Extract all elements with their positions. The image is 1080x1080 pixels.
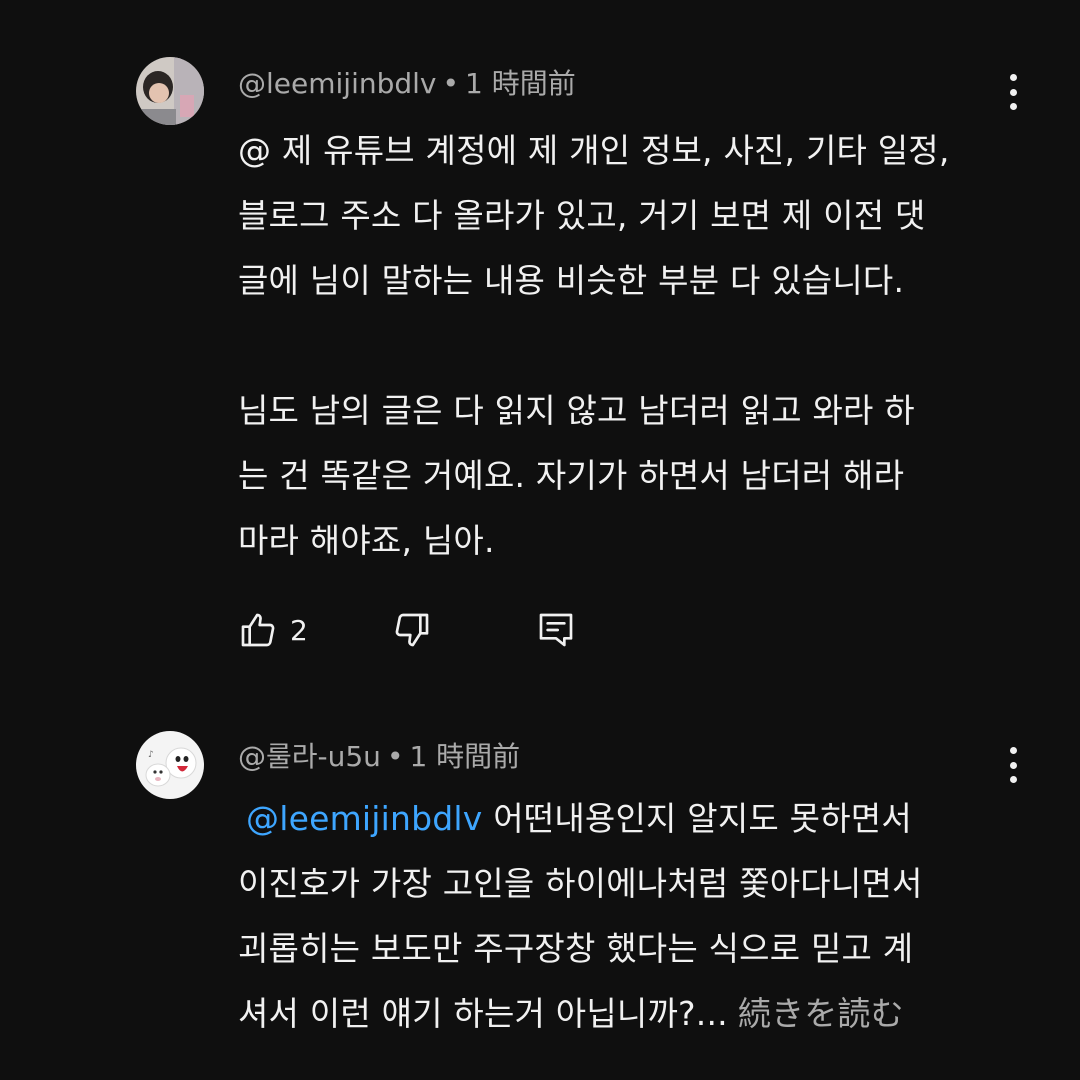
reply-button[interactable] (536, 610, 576, 650)
author-name[interactable]: @룰라-u5u (238, 740, 381, 773)
comment-line: 괴롭히는 보도만 주구장창 했다는 식으로 믿고 계 (238, 929, 914, 968)
more-vert-icon[interactable] (996, 745, 1030, 785)
reply-icon (539, 613, 573, 647)
separator-dot: • (386, 740, 404, 773)
comment-line: 님도 남의 글은 다 읽지 않고 남더러 읽고 와라 하 (238, 391, 915, 430)
comment-line: 셔서 이런 얘기 하는거 아닙니까?... 続きを読む (238, 981, 1028, 1046)
avatar[interactable]: ♪ (136, 731, 204, 799)
avatar[interactable] (136, 57, 204, 125)
comment-line: 는 건 똑같은 거예요. 자기가 하면서 남더러 해라 (238, 456, 905, 495)
timestamp[interactable]: 1 時間前 (409, 740, 520, 773)
svg-text:♪: ♪ (148, 750, 154, 760)
thumbs-up-icon (241, 613, 275, 647)
comment-line: 블로그 주소 다 올라가 있고, 거기 보면 제 이전 댓 (238, 196, 926, 235)
more-vert-icon[interactable] (996, 72, 1030, 112)
comment-text: @leemijinbdlv 어떤내용인지 알지도 못하면서 이진호가 가장 고인… (238, 786, 1028, 1046)
thumbs-down-icon (395, 613, 429, 647)
read-more-link[interactable]: 続きを読む (738, 994, 904, 1033)
comment-line: @leemijinbdlv 어떤내용인지 알지도 못하면서 (238, 786, 1028, 851)
comment-actions: 2 (238, 606, 576, 654)
separator-dot: • (442, 67, 460, 100)
comment-line-text: 셔서 이런 얘기 하는거 아닙니까?... (238, 994, 728, 1033)
comment-line-text: 어떤내용인지 알지도 못하면서 (482, 799, 912, 838)
like-button[interactable]: 2 (238, 610, 308, 650)
comment-text: @ 제 유튜브 계정에 제 개인 정보, 사진, 기타 일정, 블로그 주소 다… (238, 118, 1028, 573)
mention-link[interactable]: @leemijinbdlv (246, 799, 483, 838)
dislike-button[interactable] (392, 610, 432, 650)
comment-line: 글에 님이 말하는 내용 비슷한 부분 다 있습니다. (238, 261, 905, 300)
timestamp[interactable]: 1 時間前 (465, 67, 576, 100)
comment-line-blank (238, 313, 1028, 378)
comment-line: @ 제 유튜브 계정에 제 개인 정보, 사진, 기타 일정, (238, 131, 950, 170)
like-count: 2 (290, 613, 308, 647)
comment-line: 이진호가 가장 고인을 하이에나처럼 쫓아다니면서 (238, 864, 923, 903)
comment-meta: @룰라-u5u • 1 時間前 (238, 737, 520, 777)
comment-meta: @leemijinbdlv • 1 時間前 (238, 64, 576, 104)
comment-line: 마라 해야죠, 님아. (238, 521, 495, 560)
author-name[interactable]: @leemijinbdlv (238, 67, 437, 100)
